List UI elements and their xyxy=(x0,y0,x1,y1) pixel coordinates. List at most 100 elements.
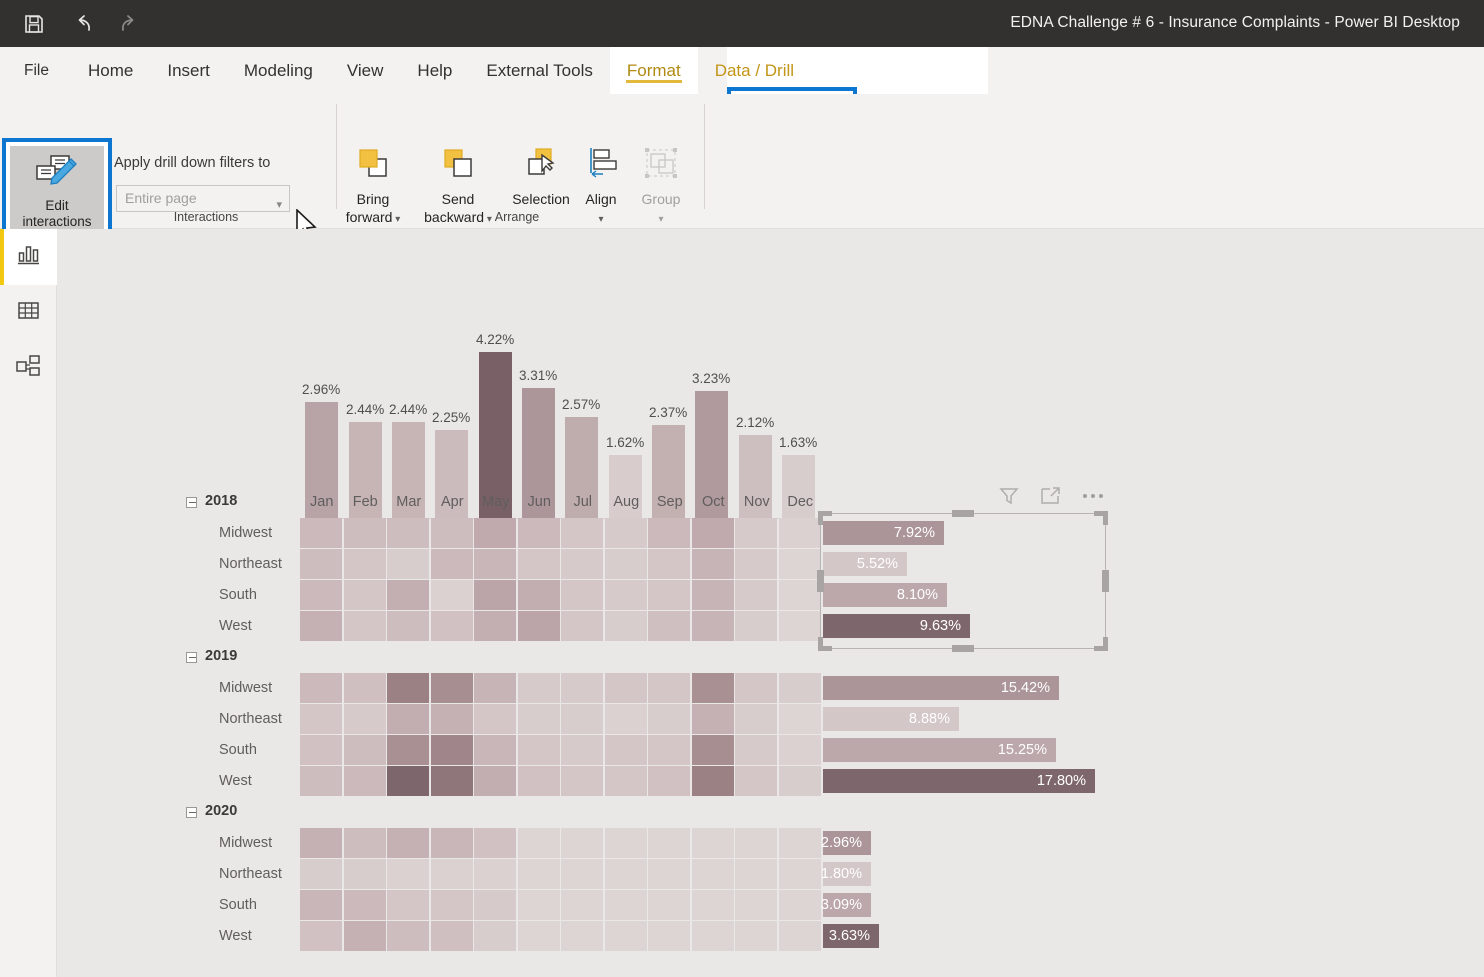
matrix-row-label[interactable]: West xyxy=(219,928,252,944)
resize-handle[interactable] xyxy=(952,645,974,652)
heatmap-cell[interactable] xyxy=(387,704,429,734)
group-button[interactable]: Group ▾ xyxy=(628,144,694,240)
heatmap-cell[interactable] xyxy=(735,580,777,610)
heatmap-cell[interactable] xyxy=(430,704,473,734)
matrix-row-label[interactable]: South xyxy=(219,742,257,758)
heatmap-cell[interactable] xyxy=(648,673,690,703)
heatmap-cell[interactable] xyxy=(604,859,647,889)
heatmap-cell[interactable] xyxy=(735,921,777,951)
heatmap-cell[interactable] xyxy=(561,921,603,951)
heatmap-cell[interactable] xyxy=(343,766,386,796)
heatmap-cell[interactable] xyxy=(517,611,560,641)
resize-handle-corner[interactable] xyxy=(818,511,832,525)
heatmap-cell[interactable] xyxy=(604,766,647,796)
heatmap-cell[interactable] xyxy=(691,828,734,858)
row-group-expander[interactable] xyxy=(186,652,197,663)
tab-file[interactable]: File xyxy=(0,47,71,94)
heatmap-cell[interactable] xyxy=(778,611,821,641)
heatmap-cell[interactable] xyxy=(778,580,821,610)
heatmap-cell[interactable] xyxy=(604,518,647,548)
heatmap-cell[interactable] xyxy=(430,735,473,765)
heatmap-cell[interactable] xyxy=(648,766,690,796)
heatmap-cell[interactable] xyxy=(691,859,734,889)
tab-help[interactable]: Help xyxy=(400,47,469,94)
heatmap-cell[interactable] xyxy=(648,735,690,765)
heatmap-cell[interactable] xyxy=(517,580,560,610)
heatmap-cell[interactable] xyxy=(691,518,734,548)
matrix-row-label[interactable]: Northeast xyxy=(219,711,282,727)
heatmap-cell[interactable] xyxy=(343,890,386,920)
heatmap-cell[interactable] xyxy=(778,766,821,796)
heatmap-cell[interactable] xyxy=(561,549,603,579)
tab-modeling[interactable]: Modeling xyxy=(227,47,330,94)
heatmap-cell[interactable] xyxy=(343,518,386,548)
heatmap-cell[interactable] xyxy=(300,704,342,734)
tab-view[interactable]: View xyxy=(330,47,401,94)
tab-data-drill[interactable]: Data / Drill xyxy=(698,47,811,94)
heatmap-cell[interactable] xyxy=(735,766,777,796)
heatmap-cell[interactable] xyxy=(604,704,647,734)
heatmap-cell[interactable] xyxy=(517,735,560,765)
heatmap-cell[interactable] xyxy=(430,766,473,796)
heatmap-cell[interactable] xyxy=(561,704,603,734)
heatmap-cell[interactable] xyxy=(430,673,473,703)
heatmap-cell[interactable] xyxy=(604,611,647,641)
heatmap-cell[interactable] xyxy=(691,890,734,920)
month-column-header[interactable]: Feb xyxy=(345,494,385,510)
month-column-header[interactable]: Aug xyxy=(606,494,646,510)
heatmap-cell[interactable] xyxy=(735,859,777,889)
filter-icon[interactable] xyxy=(998,485,1020,507)
heatmap-cell[interactable] xyxy=(778,704,821,734)
heatmap-cell[interactable] xyxy=(474,890,516,920)
resize-handle-corner[interactable] xyxy=(818,637,832,651)
focus-mode-icon[interactable] xyxy=(1040,485,1062,507)
bring-forward-button[interactable]: Bring forward ▾ xyxy=(337,144,409,240)
heatmap-cell[interactable] xyxy=(691,580,734,610)
heatmap-cell[interactable] xyxy=(648,518,690,548)
heatmap-cell[interactable] xyxy=(648,828,690,858)
matrix-row-label[interactable]: West xyxy=(219,773,252,789)
heatmap-cell[interactable] xyxy=(648,890,690,920)
heatmap-cell[interactable] xyxy=(778,549,821,579)
heatmap-cell[interactable] xyxy=(648,611,690,641)
heatmap-cell[interactable] xyxy=(300,549,342,579)
heatmap-cell[interactable] xyxy=(517,890,560,920)
heatmap-cell[interactable] xyxy=(604,673,647,703)
matrix-row-label[interactable]: Midwest xyxy=(219,835,272,851)
heatmap-cell[interactable] xyxy=(474,735,516,765)
heatmap-cell[interactable] xyxy=(300,580,342,610)
send-backward-button[interactable]: Send backward ▾ xyxy=(422,144,494,240)
month-column-header[interactable]: Jan xyxy=(302,494,342,510)
heatmap-cell[interactable] xyxy=(735,673,777,703)
heatmap-cell[interactable] xyxy=(648,704,690,734)
row-group-expander[interactable] xyxy=(186,807,197,818)
monthly-complaints-column-chart[interactable]: 2.96% 2.44% 2.44% 2.25% 4.22% 3.31% 2.57% 1.62%… xyxy=(300,304,820,519)
heatmap-cell[interactable] xyxy=(691,673,734,703)
redo-icon[interactable] xyxy=(114,9,146,39)
heatmap-cell[interactable] xyxy=(735,518,777,548)
heatmap-cell[interactable] xyxy=(300,890,342,920)
month-column-header[interactable]: May xyxy=(476,494,516,510)
heatmap-cell[interactable] xyxy=(474,611,516,641)
horizontal-bar[interactable]: 5.52% xyxy=(823,552,907,576)
heatmap-cell[interactable] xyxy=(517,766,560,796)
heatmap-cell[interactable] xyxy=(343,549,386,579)
heatmap-cell[interactable] xyxy=(343,673,386,703)
heatmap-cell[interactable] xyxy=(300,673,342,703)
heatmap-cell[interactable] xyxy=(517,518,560,548)
heatmap-cell[interactable] xyxy=(735,828,777,858)
heatmap-cell[interactable] xyxy=(474,766,516,796)
heatmap-cell[interactable] xyxy=(474,859,516,889)
heatmap-cell[interactable] xyxy=(343,859,386,889)
heatmap-cell[interactable] xyxy=(778,735,821,765)
heatmap-cell[interactable] xyxy=(604,828,647,858)
heatmap-cell[interactable] xyxy=(561,611,603,641)
heatmap-cell[interactable] xyxy=(387,890,429,920)
heatmap-cell[interactable] xyxy=(517,673,560,703)
heatmap-cell[interactable] xyxy=(474,828,516,858)
heatmap-cell[interactable] xyxy=(648,549,690,579)
month-column-header[interactable]: Oct xyxy=(693,494,733,510)
heatmap-cell[interactable] xyxy=(691,735,734,765)
heatmap-cell[interactable] xyxy=(300,921,342,951)
heatmap-cell[interactable] xyxy=(561,859,603,889)
